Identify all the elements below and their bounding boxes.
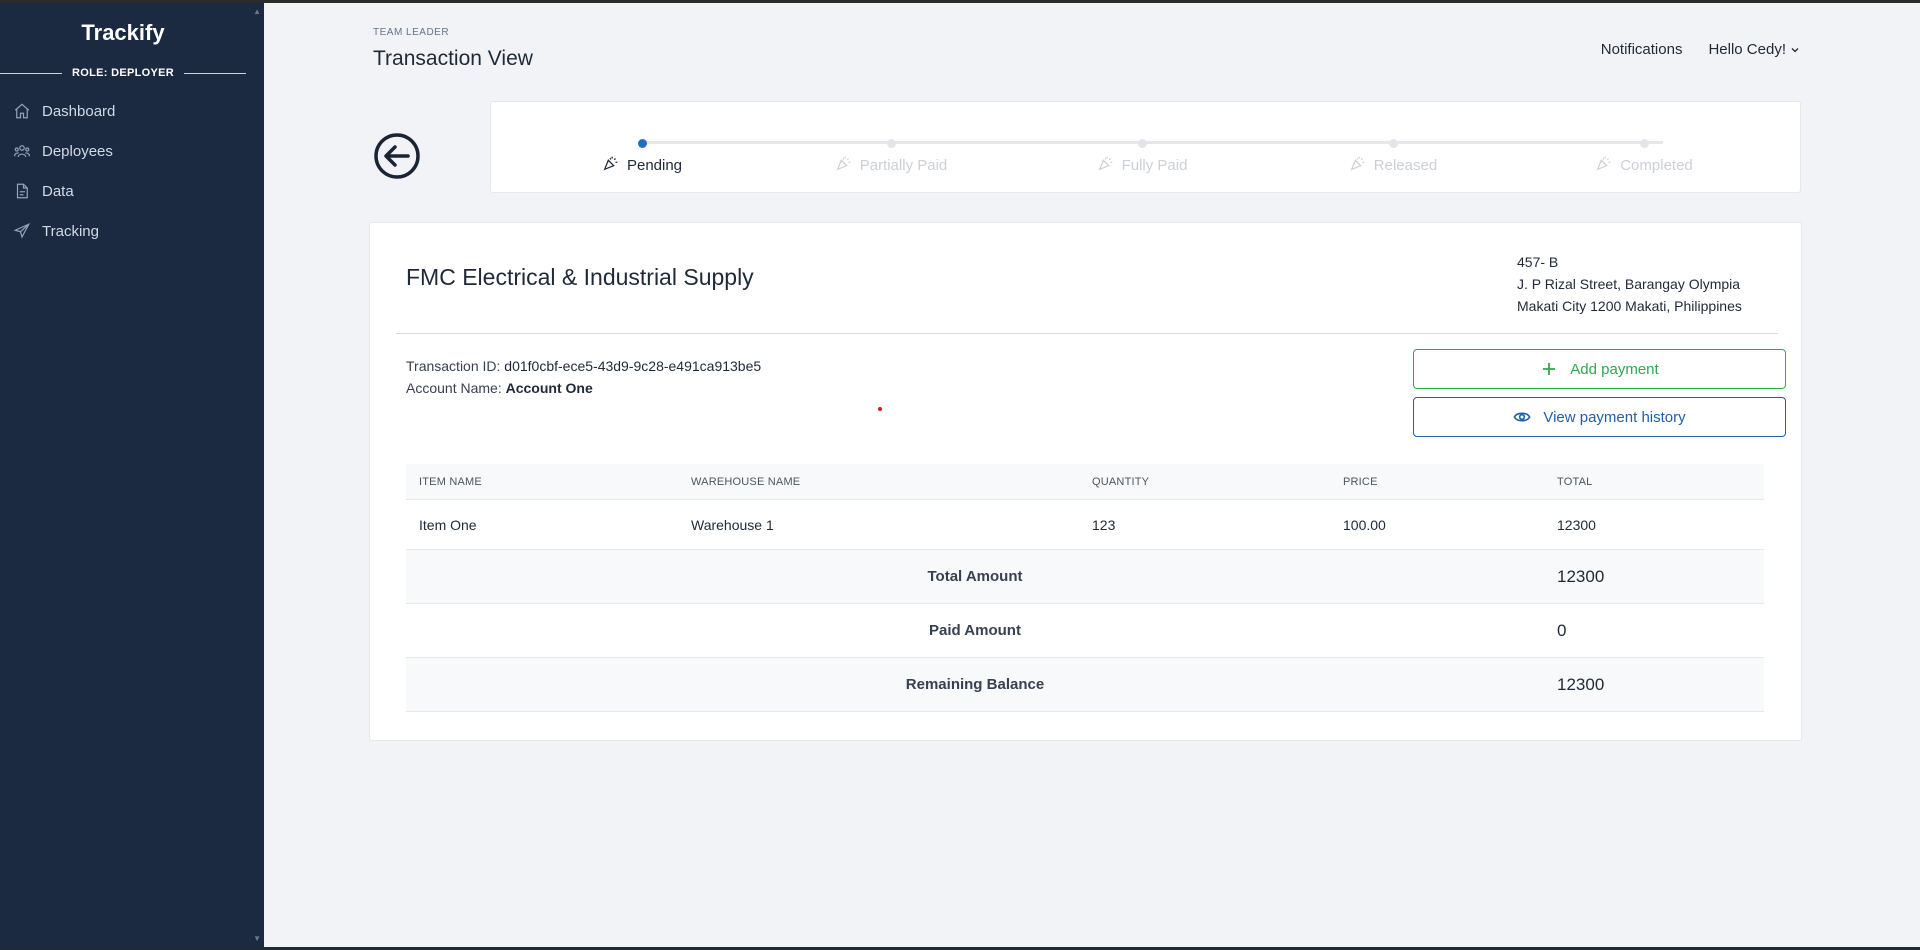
section-divider bbox=[396, 333, 1778, 334]
price-cell: 100.00 bbox=[1343, 516, 1386, 533]
total-amount-label: Total Amount bbox=[927, 568, 1023, 585]
role-label: ROLE: DEPLOYER bbox=[72, 67, 174, 79]
transaction-details: Transaction ID: d01f0cbf-ece5-43d9-9c28-… bbox=[406, 355, 761, 399]
back-arrow-icon[interactable] bbox=[373, 132, 421, 180]
status-stepper-card bbox=[490, 101, 1801, 193]
view-payment-history-button[interactable]: View payment history bbox=[1413, 397, 1786, 437]
step-label-text: Partially Paid bbox=[859, 156, 948, 174]
sidebar-item-dashboard[interactable]: Dashboard bbox=[0, 91, 246, 131]
users-icon bbox=[12, 141, 32, 161]
paid-amount-row: Paid Amount 0 bbox=[406, 604, 1764, 658]
address-line: 457- B bbox=[1517, 254, 1559, 270]
view-payment-history-label: View payment history bbox=[1543, 408, 1686, 426]
sidebar-item-label: Tracking bbox=[42, 222, 99, 240]
transaction-id-value: d01f0cbf-ece5-43d9-9c28-e491ca913be5 bbox=[504, 358, 762, 374]
account-name-value: Account One bbox=[505, 380, 593, 396]
plus-icon bbox=[1543, 363, 1556, 375]
eye-icon bbox=[1513, 412, 1531, 422]
add-payment-button[interactable]: Add payment bbox=[1413, 349, 1786, 389]
account-name-row: Account Name: Account One bbox=[406, 377, 761, 399]
company-name: FMC Electrical & Industrial Supply bbox=[406, 264, 754, 290]
step-label: Completed bbox=[1544, 154, 1744, 176]
step-label-text: Fully Paid bbox=[1121, 156, 1188, 174]
step-dot bbox=[1640, 139, 1649, 148]
step-dot bbox=[638, 139, 647, 148]
step-label-text: Released bbox=[1373, 156, 1438, 174]
column-header: PRICE bbox=[1343, 475, 1378, 488]
transaction-card: FMC Electrical & Industrial Supply 457- … bbox=[369, 222, 1802, 741]
sidebar: ▲ ▼ Trackify ROLE: DEPLOYER Dashboard De… bbox=[0, 3, 264, 947]
send-icon bbox=[12, 221, 32, 241]
quantity-cell: 123 bbox=[1092, 516, 1116, 533]
step-label: Partially Paid bbox=[791, 154, 991, 176]
sidebar-item-data[interactable]: Data bbox=[0, 171, 246, 211]
warehouse-name-cell: Warehouse 1 bbox=[691, 516, 774, 533]
add-payment-label: Add payment bbox=[1570, 360, 1659, 378]
sidebar-item-label: Data bbox=[42, 182, 74, 200]
column-header: ITEM NAME bbox=[419, 475, 482, 488]
sidebar-item-label: Dashboard bbox=[42, 102, 116, 120]
address-line: J. P Rizal Street, Barangay Olympia bbox=[1517, 276, 1741, 292]
party-popper-icon bbox=[1595, 154, 1620, 176]
notifications-link[interactable]: Notifications bbox=[1601, 41, 1683, 58]
step-label: Pending bbox=[542, 154, 742, 176]
remaining-balance-row: Remaining Balance 12300 bbox=[406, 658, 1764, 712]
scroll-down-arrow-icon[interactable]: ▼ bbox=[253, 934, 261, 943]
divider-line bbox=[0, 72, 62, 74]
table-header: ITEM NAME WAREHOUSE NAME QUANTITY PRICE … bbox=[406, 464, 1764, 500]
address-line: Makati City 1200 Makati, Philippines bbox=[1517, 298, 1742, 314]
party-popper-icon bbox=[602, 154, 627, 176]
transaction-id-row: Transaction ID: d01f0cbf-ece5-43d9-9c28-… bbox=[406, 355, 761, 377]
remaining-balance-value: 12300 bbox=[1557, 674, 1605, 694]
company-address: 457- B J. P Rizal Street, Barangay Olymp… bbox=[1517, 251, 1742, 317]
paid-amount-value: 0 bbox=[1557, 620, 1567, 640]
step-dot bbox=[1389, 139, 1398, 148]
user-greeting: Hello Cedy! bbox=[1708, 41, 1786, 58]
account-name-label: Account Name: bbox=[406, 380, 502, 396]
main-content: TEAM LEADER Transaction View Notificatio… bbox=[264, 3, 1920, 947]
step-label-text: Pending bbox=[626, 156, 683, 174]
step-dot bbox=[1138, 139, 1147, 148]
items-table: ITEM NAME WAREHOUSE NAME QUANTITY PRICE … bbox=[406, 464, 1764, 712]
item-name-cell: Item One bbox=[419, 516, 477, 533]
chevron-down-icon bbox=[1791, 47, 1799, 52]
total-amount-value: 12300 bbox=[1557, 566, 1605, 586]
party-popper-icon bbox=[1097, 154, 1122, 176]
sidebar-item-label: Deployees bbox=[42, 142, 113, 160]
remaining-balance-label: Remaining Balance bbox=[905, 676, 1045, 693]
scroll-up-arrow-icon[interactable]: ▲ bbox=[253, 7, 261, 16]
table-row: Item One Warehouse 1 123 100.00 12300 bbox=[406, 500, 1764, 550]
paid-amount-label: Paid Amount bbox=[929, 622, 1021, 639]
page-title: Transaction View bbox=[373, 47, 533, 70]
header-actions: Notifications Hello Cedy! bbox=[1601, 41, 1800, 58]
role-divider: ROLE: DEPLOYER bbox=[0, 61, 246, 85]
sidebar-item-deployees[interactable]: Deployees bbox=[0, 131, 246, 171]
transaction-id-label: Transaction ID: bbox=[406, 358, 501, 374]
app-brand[interactable]: Trackify bbox=[0, 20, 246, 46]
column-header: TOTAL bbox=[1557, 475, 1593, 488]
sidebar-scrollbar[interactable] bbox=[246, 3, 264, 947]
sidebar-nav: Dashboard Deployees Data Tracking bbox=[0, 91, 246, 251]
party-popper-icon bbox=[835, 154, 860, 176]
step-label: Fully Paid bbox=[1042, 154, 1242, 176]
cursor-marker bbox=[878, 407, 882, 411]
step-label-text: Completed bbox=[1620, 156, 1693, 174]
step-label: Released bbox=[1293, 154, 1493, 176]
stepper-track bbox=[640, 141, 1663, 144]
total-cell: 12300 bbox=[1557, 516, 1596, 533]
party-popper-icon bbox=[1349, 154, 1374, 176]
column-header: WAREHOUSE NAME bbox=[691, 475, 801, 488]
column-header: QUANTITY bbox=[1092, 475, 1150, 488]
divider-line bbox=[184, 72, 246, 74]
file-icon bbox=[12, 181, 32, 201]
sidebar-item-tracking[interactable]: Tracking bbox=[0, 211, 246, 251]
user-menu[interactable]: Hello Cedy! bbox=[1708, 41, 1800, 58]
step-dot bbox=[887, 139, 896, 148]
home-icon bbox=[12, 101, 32, 121]
total-amount-row: Total Amount 12300 bbox=[406, 550, 1764, 604]
page-subtitle: TEAM LEADER bbox=[373, 27, 450, 38]
